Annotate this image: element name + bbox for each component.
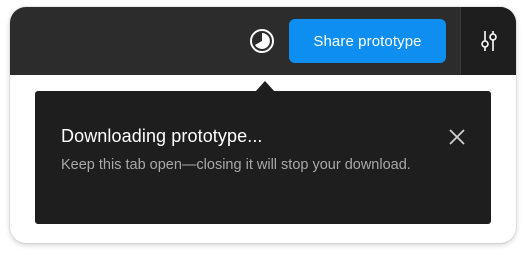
toast-title: Downloading prototype... — [61, 126, 263, 146]
present-theme-icon — [250, 29, 274, 53]
settings-button[interactable] — [460, 7, 516, 75]
top-toolbar: Share prototype — [10, 7, 516, 75]
download-toast: Downloading prototype... Keep this tab o… — [35, 91, 491, 224]
sliders-icon — [480, 31, 497, 51]
close-button[interactable] — [445, 125, 469, 149]
share-prototype-button[interactable]: Share prototype — [289, 19, 446, 63]
toast-message: Keep this tab open—closing it will stop … — [61, 157, 411, 173]
app-window: Share prototype Downloading prototype...… — [10, 7, 516, 243]
close-icon — [449, 129, 465, 145]
present-button[interactable] — [248, 27, 276, 55]
